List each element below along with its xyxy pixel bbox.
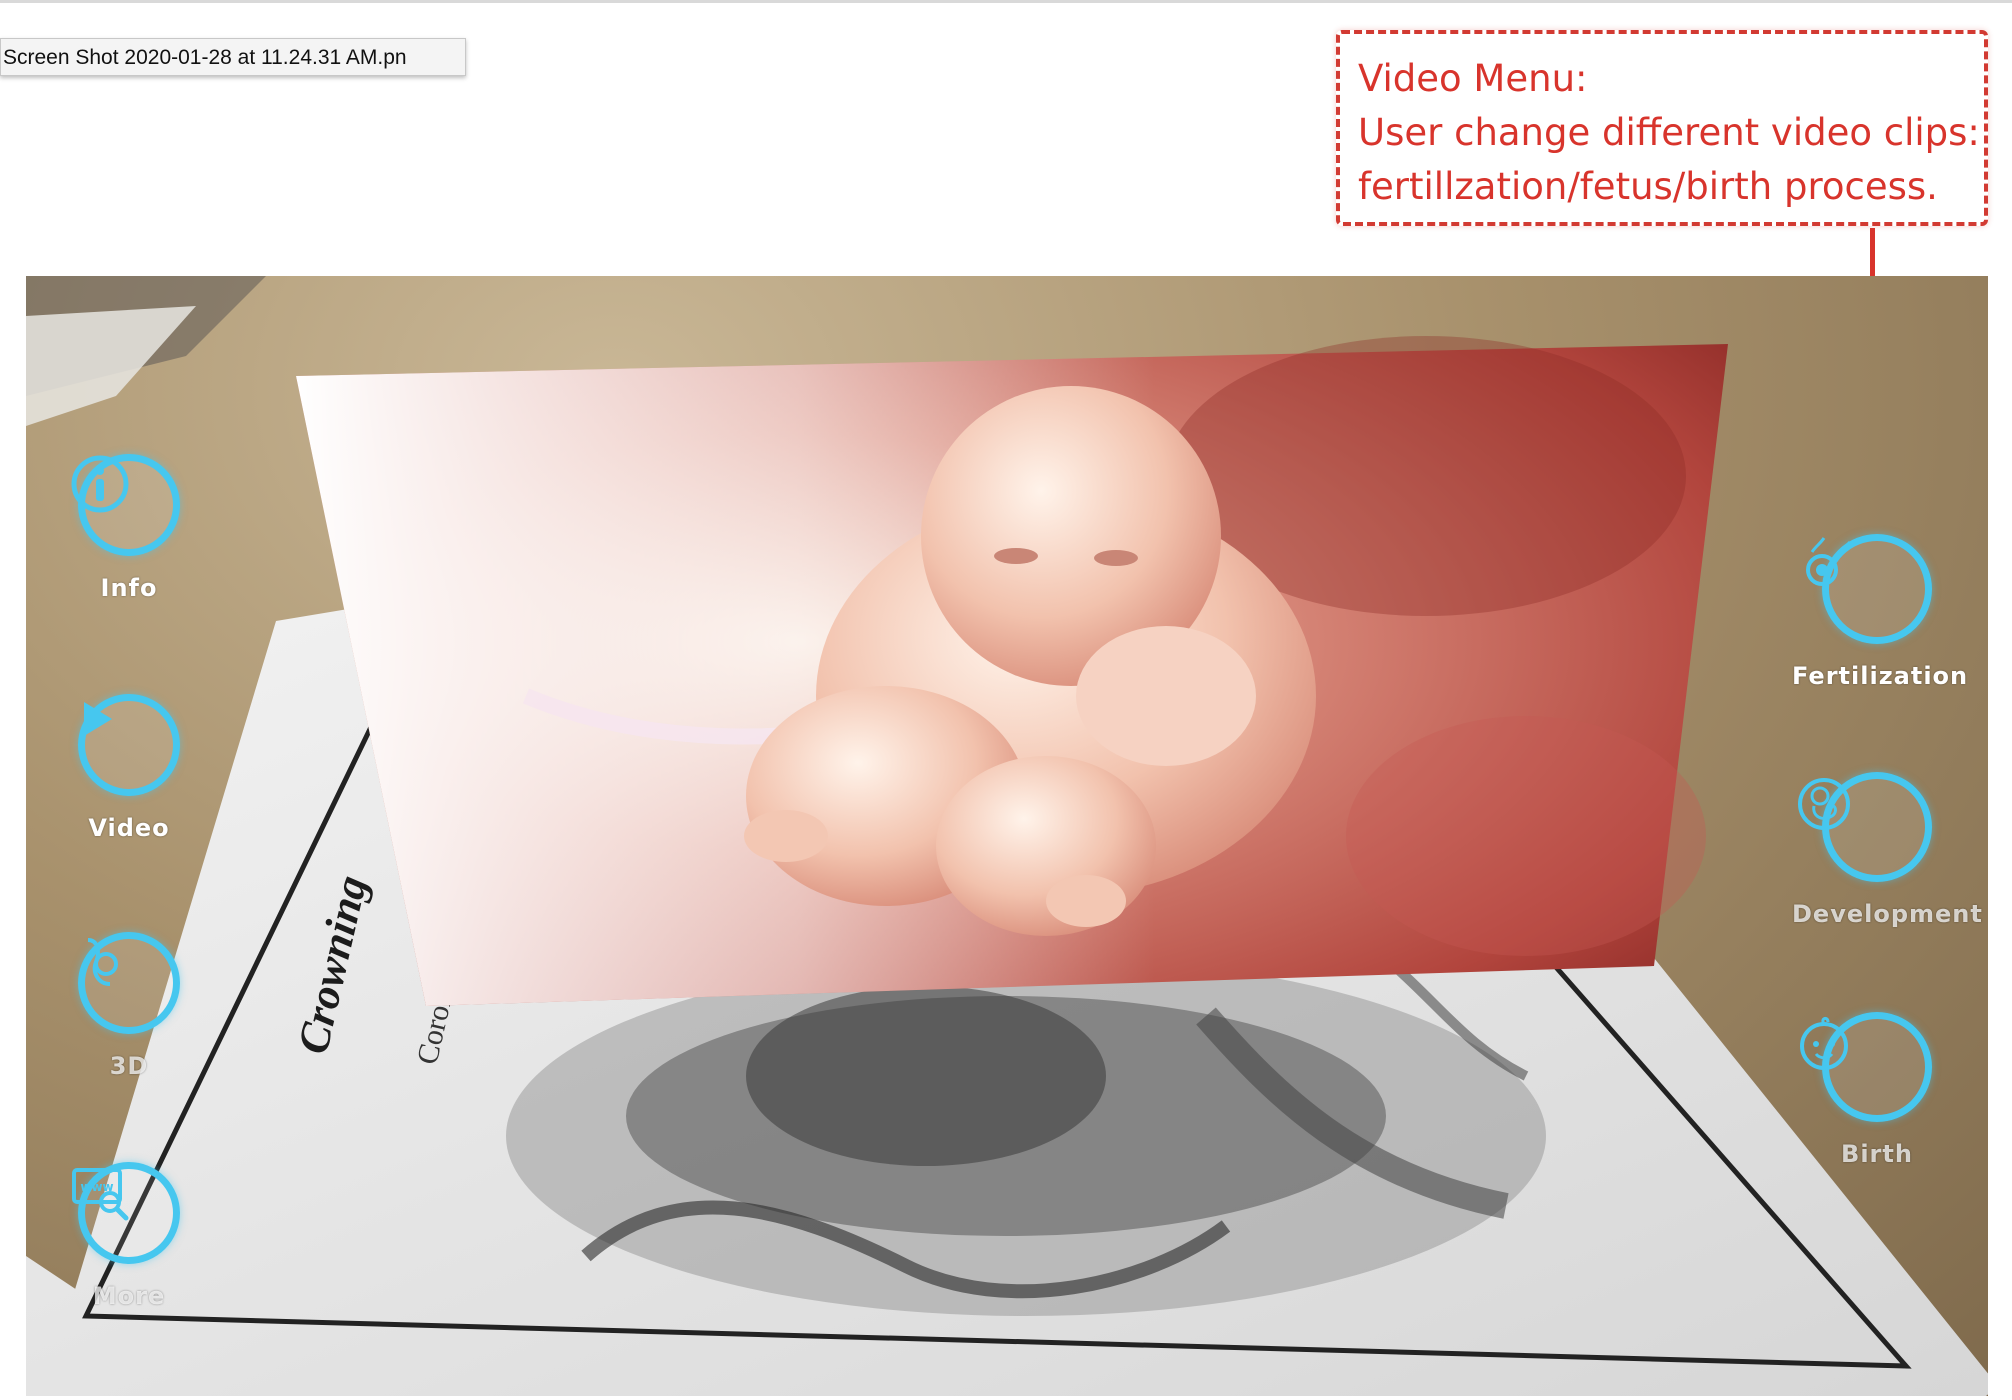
info-icon — [71, 454, 180, 556]
menu-label-more: More — [92, 1282, 166, 1310]
ar-scene: Crowning Coron — [26, 276, 1988, 1396]
menu-label-fertilization: Fertilization — [1792, 662, 1969, 690]
menu-label-video: Video — [88, 814, 170, 842]
baby-face-icon — [1800, 1012, 1932, 1122]
annotation-title: Video Menu: — [1358, 57, 1588, 100]
top-divider — [0, 0, 2012, 3]
menu-button-development[interactable]: Development — [1792, 772, 1983, 928]
menu-label-birth: Birth — [1841, 1140, 1913, 1168]
fertilization-icon — [1806, 534, 1932, 644]
annotation-callout: Video Menu: User change different video … — [1336, 30, 1988, 226]
ar-camera-view[interactable]: Crowning Coron Info Video 3D www More Fe… — [26, 276, 1988, 1396]
menu-label-3d: 3D — [109, 1052, 149, 1080]
menu-button-info[interactable]: Info — [70, 454, 188, 602]
annotation-line-3: fertillzation/fetus/birth process. — [1358, 165, 1938, 208]
menu-button-birth[interactable]: Birth — [1792, 1012, 1962, 1168]
menu-label-development: Development — [1792, 900, 1983, 928]
menu-button-3d[interactable]: 3D — [70, 932, 188, 1080]
ar-video-panel[interactable] — [296, 336, 1728, 1006]
menu-label-info: Info — [100, 574, 158, 602]
web-search-icon: www — [72, 1162, 180, 1264]
annotation-line-2: User change different video clips: — [1358, 111, 1980, 154]
play-icon — [78, 694, 180, 796]
menu-button-fertilization[interactable]: Fertilization — [1792, 534, 1969, 690]
3d-anatomy-icon — [78, 932, 180, 1034]
fetus-icon — [1798, 772, 1932, 882]
menu-button-video[interactable]: Video — [70, 694, 188, 842]
filename-tooltip: Screen Shot 2020-01-28 at 11.24.31 AM.pn — [0, 38, 466, 76]
menu-button-more[interactable]: www More — [70, 1162, 188, 1310]
